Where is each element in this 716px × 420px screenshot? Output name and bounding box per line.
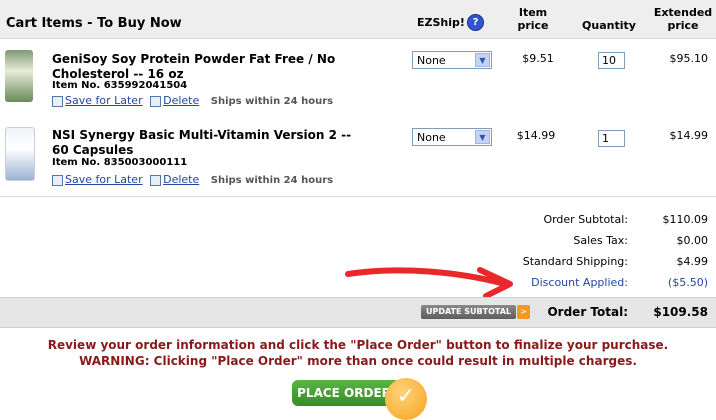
- item-actions: Save for Later Delete Ships within 24 ho…: [52, 94, 333, 107]
- ezship-select[interactable]: None ▼: [412, 128, 492, 146]
- subtotal-value: $110.09: [662, 213, 709, 226]
- item-price-header: Item price: [517, 6, 549, 32]
- review-message: Review your order information and click …: [47, 338, 669, 352]
- help-icon[interactable]: ?: [467, 14, 484, 31]
- order-total-value: $109.58: [653, 305, 708, 319]
- delete-link[interactable]: Delete: [163, 94, 199, 107]
- quantity-header: Quantity: [582, 19, 636, 32]
- annotation-arrow-icon: [345, 267, 513, 299]
- save-icon: [52, 95, 63, 107]
- discount-label: Discount Applied:: [531, 276, 628, 289]
- item-number: Item No. 635992041504: [52, 80, 188, 91]
- quantity-input[interactable]: 10: [598, 52, 625, 69]
- cart-title: Cart Items - To Buy Now: [6, 16, 182, 31]
- item-price: $14.99: [516, 129, 556, 142]
- shipping-status: Ships within 24 hours: [210, 96, 334, 107]
- shipping-status: Ships within 24 hours: [210, 175, 334, 186]
- save-for-later-link[interactable]: Save for Later: [65, 173, 143, 186]
- cart-header: Cart Items - To Buy Now EZShip! ? Item p…: [0, 0, 716, 39]
- delete-icon: [150, 174, 162, 186]
- divider: [0, 196, 716, 197]
- item-number: Item No. 835003000111: [52, 157, 188, 168]
- item-actions: Save for Later Delete Ships within 24 ho…: [52, 173, 333, 186]
- place-order-button[interactable]: PLACE ORDER: [292, 380, 396, 406]
- arrow-right-icon[interactable]: >: [517, 305, 530, 319]
- cart-item: NSI Synergy Basic Multi-Vitamin Version …: [0, 117, 716, 197]
- update-subtotal-button[interactable]: UPDATE SUBTOTAL: [421, 305, 516, 319]
- extended-price-header: Extended price: [653, 6, 713, 32]
- ezship-header: EZShip!: [417, 16, 465, 29]
- save-icon: [52, 174, 63, 186]
- shipping-label: Standard Shipping:: [522, 255, 628, 268]
- checkmark-icon[interactable]: ✓: [385, 378, 427, 420]
- extended-price: $95.10: [669, 52, 709, 65]
- item-price: $9.51: [522, 52, 554, 65]
- cart-item: GeniSoy Soy Protein Powder Fat Free / No…: [0, 40, 716, 120]
- sales-tax-label: Sales Tax:: [573, 234, 628, 247]
- subtotal-label: Order Subtotal:: [543, 213, 628, 226]
- order-total-label: Order Total:: [547, 305, 628, 319]
- shipping-value: $4.99: [676, 255, 709, 268]
- ezship-select[interactable]: None ▼: [412, 51, 492, 69]
- chevron-down-icon[interactable]: ▼: [475, 130, 490, 144]
- product-name: GeniSoy Soy Protein Powder Fat Free / No…: [52, 52, 336, 81]
- chevron-down-icon[interactable]: ▼: [475, 53, 490, 67]
- extended-price: $14.99: [669, 129, 709, 142]
- product-image[interactable]: [5, 50, 33, 102]
- delete-link[interactable]: Delete: [163, 173, 199, 186]
- product-image[interactable]: [5, 127, 35, 181]
- delete-icon: [150, 95, 162, 107]
- sales-tax-value: $0.00: [676, 234, 709, 247]
- discount-value: ($5.50): [667, 276, 708, 289]
- save-for-later-link[interactable]: Save for Later: [65, 94, 143, 107]
- product-name: NSI Synergy Basic Multi-Vitamin Version …: [52, 128, 352, 157]
- quantity-input[interactable]: 1: [598, 130, 625, 147]
- warning-message: WARNING: Clicking "Place Order" more tha…: [79, 354, 637, 368]
